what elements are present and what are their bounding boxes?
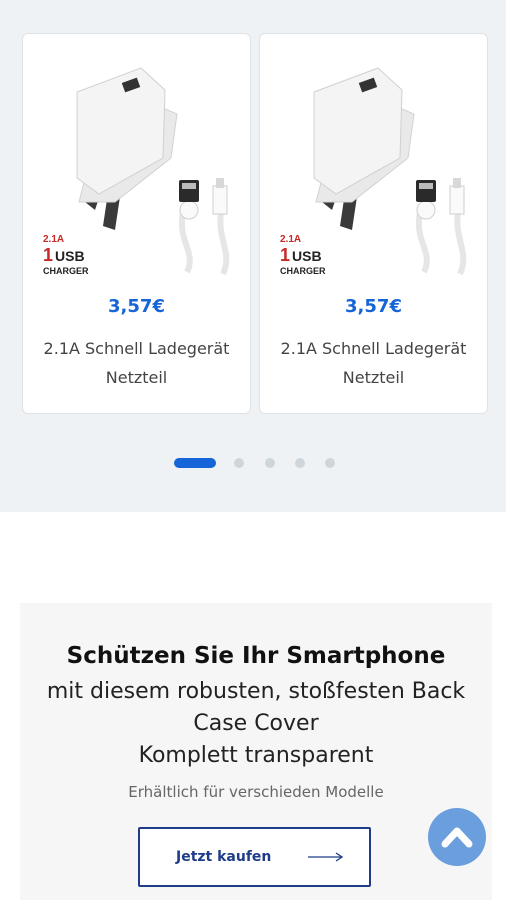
promo-subline-line-3: Komplett transparent (138, 743, 374, 768)
svg-text:2.1A: 2.1A (43, 234, 64, 245)
svg-text:USB: USB (55, 248, 85, 264)
product-price: 3,57€ (108, 296, 165, 317)
product-title[interactable]: 2.1A Schnell Ladegerät Netzteil (35, 334, 238, 392)
svg-text:1: 1 (280, 245, 290, 265)
promo-subline-line-2: Case Cover (193, 711, 319, 736)
buy-now-label: Jetzt kaufen (176, 849, 272, 865)
carousel-dot-3[interactable] (265, 458, 275, 468)
promo-subline-line-1: mit diesem robusten, stoßfesten Back (46, 679, 466, 704)
product-image: 2.1A 1 USB CHARGER (37, 62, 237, 284)
promo-heading: Schützen Sie Ihr Smartphone (66, 643, 446, 669)
buy-now-button[interactable]: Jetzt kaufen (138, 827, 371, 887)
carousel-dot-1[interactable] (174, 458, 216, 468)
promo-banner: Schützen Sie Ihr Smartphone mit diesem r… (20, 603, 492, 900)
svg-text:1: 1 (43, 245, 53, 265)
product-card[interactable]: 2.1A 1 USB CHARGER 3,57€ 2.1A Schnell La… (259, 33, 488, 414)
scroll-to-top-button[interactable] (428, 808, 486, 866)
product-carousel: 2.1A 1 USB CHARGER 3,57€ 2.1A Schnell La… (0, 0, 506, 512)
carousel-dot-4[interactable] (295, 458, 305, 468)
product-image: 2.1A 1 USB CHARGER (274, 62, 474, 284)
svg-text:2.1A: 2.1A (280, 234, 301, 245)
product-card[interactable]: 2.1A 1 USB CHARGER 3,57€ 2.1A Schnell La… (22, 33, 251, 414)
svg-text:CHARGER: CHARGER (280, 266, 326, 276)
chevron-up-icon (441, 827, 473, 848)
promo-availability: Erhältlich für verschieden Modelle (128, 783, 384, 801)
carousel-pagination (0, 457, 506, 469)
carousel-dot-2[interactable] (234, 458, 244, 468)
arrow-right-icon (308, 852, 344, 862)
promo-subline: mit diesem robusten, stoßfesten Back Cas… (16, 676, 496, 772)
svg-text:USB: USB (292, 248, 322, 264)
carousel-dot-5[interactable] (325, 458, 335, 468)
product-title[interactable]: 2.1A Schnell Ladegerät Netzteil (272, 334, 475, 392)
product-price: 3,57€ (345, 296, 402, 317)
svg-text:CHARGER: CHARGER (43, 266, 89, 276)
